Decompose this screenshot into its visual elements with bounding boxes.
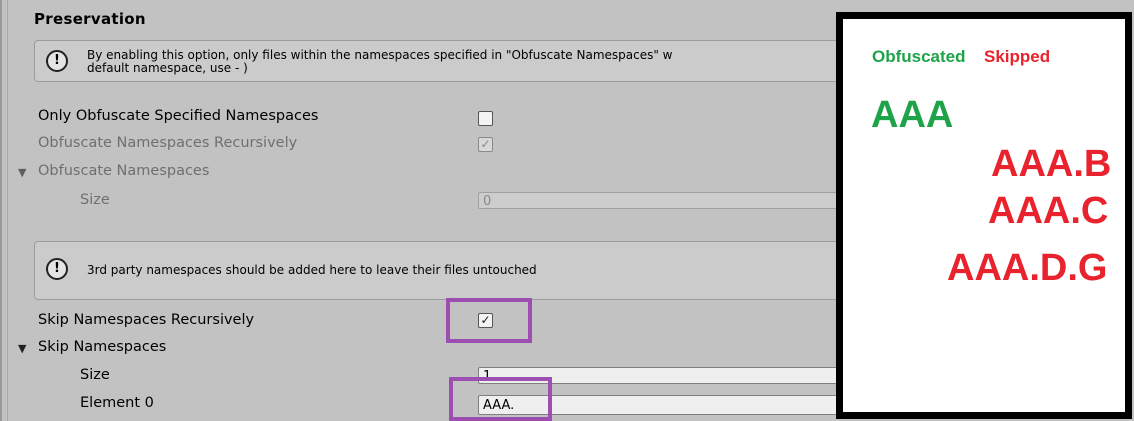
namespace-item-skipped: AAA.C	[988, 190, 1109, 232]
legend-obfuscated: Obfuscated	[872, 47, 966, 66]
legend-panel: Obfuscated Skipped AAA AAA.B AAA.C AAA.D…	[836, 12, 1132, 419]
obfuscate-size-label: Size	[80, 192, 110, 208]
namespace-item-skipped: AAA.B	[991, 143, 1112, 185]
only-obfuscate-checkbox[interactable]	[478, 111, 493, 126]
obfuscate-namespaces-label[interactable]: Obfuscate Namespaces	[38, 163, 209, 179]
skip-namespaces-label[interactable]: Skip Namespaces	[38, 339, 166, 355]
skip-element-0-label: Element 0	[80, 395, 154, 411]
only-obfuscate-label: Only Obfuscate Specified Namespaces	[38, 108, 319, 124]
help-box-namespaces-info: ! By enabling this option, only files wi…	[34, 40, 876, 82]
info-icon: !	[46, 50, 68, 72]
help-text-third-party: 3rd party namespaces should be added her…	[87, 263, 537, 277]
obfuscate-size-field[interactable]: 0	[478, 192, 858, 209]
help-text-line-2: default namespace, use - )	[87, 61, 248, 75]
skip-namespaces-foldout-icon[interactable]: ▼	[18, 342, 26, 355]
skip-size-label: Size	[80, 367, 110, 383]
info-icon: !	[46, 258, 68, 280]
namespace-item-skipped: AAA.D.G	[947, 247, 1108, 289]
section-title: Preservation	[34, 10, 146, 28]
skip-recursive-label: Skip Namespaces Recursively	[38, 312, 255, 328]
highlight-checkbox-box	[446, 298, 532, 343]
obfuscate-recursive-checkbox[interactable]: ✓	[478, 137, 493, 152]
help-box-third-party: ! 3rd party namespaces should be added h…	[34, 241, 876, 300]
namespace-item-obfuscated: AAA	[871, 94, 954, 136]
legend-skipped: Skipped	[984, 47, 1051, 66]
obfuscate-recursive-label: Obfuscate Namespaces Recursively	[38, 135, 298, 151]
obfuscate-namespaces-foldout-icon[interactable]: ▼	[18, 166, 26, 179]
inspector-left-border	[0, 0, 2, 421]
inspector-left-divider	[7, 0, 8, 421]
highlight-element-field	[449, 377, 552, 421]
